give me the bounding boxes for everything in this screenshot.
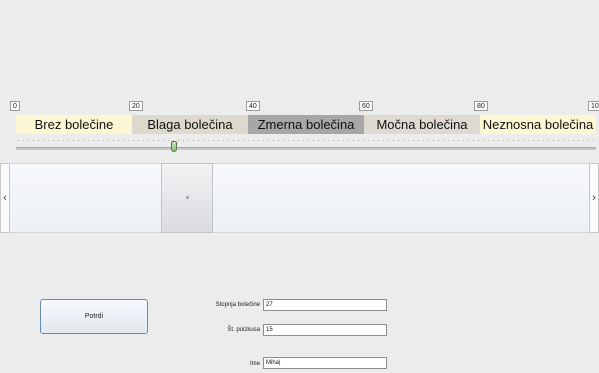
category-no-pain: Brez bolečine — [16, 115, 132, 134]
category-mild-pain: Blaga bolečina — [132, 115, 248, 134]
name-input[interactable]: Miha| — [263, 357, 387, 369]
scroll-right-button[interactable]: › — [589, 163, 599, 233]
name-label: Ime — [249, 361, 260, 367]
item-marker-icon — [186, 196, 189, 199]
scale-tick-60: 60 — [359, 101, 373, 111]
category-severe-pain: Močna bolečina — [364, 115, 480, 134]
pain-level-input[interactable]: 27 — [263, 299, 387, 311]
attempt-input[interactable]: 15 — [263, 324, 387, 336]
category-moderate-pain: Zmerna bolečina — [248, 115, 364, 134]
pain-level-label: Stopnja bolečine — [215, 302, 260, 308]
option-scroller — [10, 163, 598, 233]
pain-slider-thumb[interactable] — [171, 141, 177, 152]
scale-tick-0: 0 — [10, 101, 20, 111]
scroller-selected-item[interactable] — [161, 163, 213, 233]
scale-tick-40: 40 — [246, 101, 260, 111]
confirm-button[interactable]: Potrdi — [40, 299, 148, 334]
pain-slider-track[interactable] — [16, 147, 596, 150]
scale-tick-100: 100 — [588, 101, 599, 111]
scale-tick-80: 80 — [474, 101, 488, 111]
category-unbearable-pain: Neznosna bolečina — [480, 115, 596, 134]
slider-tick-marks — [16, 139, 596, 142]
scroll-left-button[interactable]: ‹ — [0, 163, 10, 233]
attempt-label: Št. poizkusa — [227, 327, 260, 333]
scale-tick-20: 20 — [129, 101, 143, 111]
